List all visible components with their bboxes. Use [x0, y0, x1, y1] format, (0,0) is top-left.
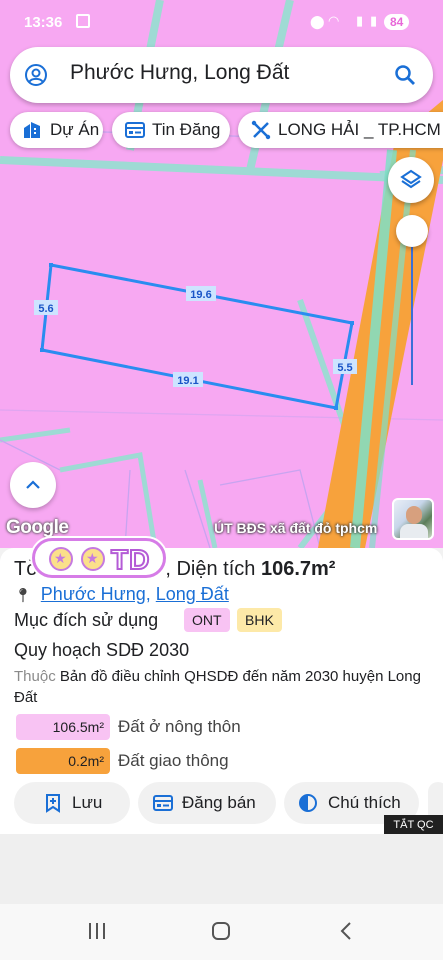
building-icon	[24, 122, 40, 138]
chip-long-hai[interactable]: LONG HẢI _ TP.HCM	[238, 112, 443, 148]
legend-button-label: Chú thích	[328, 793, 401, 812]
chip-label: LONG HẢI _ TP.HCM	[278, 120, 441, 139]
contrast-icon	[299, 794, 317, 812]
parcel-address: 📍︎ Phước Hưng, Long Đất	[14, 584, 229, 604]
bookmark-add-icon	[46, 794, 60, 813]
purpose-label: Mục đích sử dụng	[14, 610, 159, 630]
legend-label: Đất ở nông thôn	[118, 717, 241, 736]
dim-top: 19.6	[190, 289, 211, 301]
signal-icon: ▮	[356, 13, 364, 28]
address-commune-link[interactable]: Phước Hưng	[41, 584, 146, 604]
ads-off-button[interactable]: TẮT QC	[384, 815, 443, 835]
chip-label: Dự Án	[50, 120, 100, 139]
recent-apps-icon[interactable]	[86, 920, 108, 942]
battery-indicator: 84	[384, 14, 410, 30]
pin-icon: 📍︎	[14, 587, 32, 603]
dim-left: 5.6	[38, 303, 53, 315]
post-sale-label: Đăng bán	[182, 793, 256, 812]
belongs-value: Bản đồ điều chỉnh QHSDĐ đến năm 2030 huy…	[14, 668, 421, 706]
chip-du-an[interactable]: Dự Án	[10, 112, 103, 148]
dim-right: 5.5	[337, 362, 352, 374]
account-icon[interactable]	[24, 63, 48, 87]
legend-value: 106.5m²	[16, 714, 110, 740]
address-district-link[interactable]: Long Đất	[156, 584, 229, 604]
chip-tin-dang[interactable]: Tin Đăng	[112, 112, 230, 148]
avatar-shirt	[400, 524, 428, 538]
signal-icon-2: ▮	[370, 13, 378, 28]
td-logo: ★ ★ TD	[32, 538, 166, 578]
wifi-icon: ◠	[328, 13, 340, 28]
opacity-slider-knob[interactable]	[396, 215, 428, 247]
legend-value: 0.2m²	[16, 748, 110, 774]
save-button[interactable]: Lưu	[14, 782, 130, 824]
logo-text: TD	[110, 543, 151, 576]
belongs-label: Thuộc	[14, 668, 56, 685]
search-bar[interactable]: Phước Hưng, Long Đất	[10, 47, 433, 103]
legend-label: Đất giao thông	[118, 751, 229, 770]
parcel-area: 106.7m²	[260, 558, 336, 580]
badge-icon: ★	[49, 547, 73, 571]
home-icon[interactable]	[210, 920, 232, 942]
location-icon: ⬤	[310, 14, 325, 29]
search-input[interactable]: Phước Hưng, Long Đất	[70, 61, 289, 85]
layers-button[interactable]	[388, 157, 434, 203]
chevron-up-icon	[26, 480, 40, 489]
listing-icon	[125, 122, 145, 138]
back-icon[interactable]	[336, 920, 358, 942]
owner-avatar[interactable]	[392, 498, 434, 540]
map-view[interactable]: 19.6 19.1 5.6 5.5 13:36 ⬤ ◠ ▮ ▮ 84 Phước…	[0, 0, 443, 548]
status-time: 13:36	[24, 14, 63, 31]
layers-icon	[400, 169, 422, 189]
land-use-tag-bhk: BHK	[237, 608, 282, 632]
owner-label[interactable]: ÚT BĐS xã đất đỏ tphcm	[214, 520, 377, 536]
listing-icon	[153, 795, 173, 811]
planning-source: Thuộc Bản đồ điều chỉnh QHSDĐ đến năm 20…	[14, 666, 434, 708]
badge-icon: ★	[81, 547, 105, 571]
dim-bottom: 19.1	[177, 375, 198, 387]
search-icon[interactable]	[393, 63, 417, 87]
planning-title: Quy hoạch SDĐ 2030	[14, 640, 190, 660]
post-sale-button[interactable]: Đăng bán	[138, 782, 276, 824]
route-icon	[251, 120, 271, 140]
parcel-info-panel: Tờ, Diện tích 106.7m² 📍︎ Phước Hưng, Lon…	[0, 548, 443, 834]
screen-cast-icon	[76, 14, 90, 28]
avatar-face	[406, 506, 422, 524]
title-middle: , Diện tích	[165, 558, 261, 580]
chip-label: Tin Đăng	[152, 120, 221, 139]
google-logo: Google	[6, 517, 69, 538]
land-use-tag-ont: ONT	[184, 608, 230, 632]
system-nav-bar	[0, 904, 443, 960]
expand-up-button[interactable]	[10, 462, 56, 508]
opacity-slider-track[interactable]	[411, 230, 413, 385]
empty-area	[0, 834, 443, 904]
save-label: Lưu	[72, 793, 103, 812]
status-bar: 13:36 ⬤ ◠ ▮ ▮ 84	[0, 0, 443, 46]
